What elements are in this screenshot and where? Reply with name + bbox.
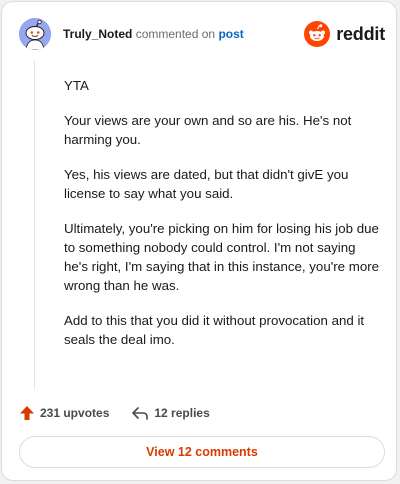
reddit-wordmark: reddit — [336, 23, 385, 44]
reddit-logo-icon — [304, 21, 331, 47]
reply-arrow-icon — [132, 407, 149, 420]
comment-header: Truly_Noted commented on post reddit — [19, 18, 385, 52]
snoo-avatar-icon[interactable] — [19, 18, 51, 50]
replies-button[interactable]: 12 replies — [131, 405, 210, 421]
comment-byline: Truly_Noted commented on post — [63, 27, 244, 41]
action-text: commented on — [135, 27, 216, 41]
comment-paragraph: YTA — [64, 78, 89, 93]
upvote-arrow-icon — [20, 406, 34, 420]
view-comments-button[interactable]: View 12 comments — [19, 436, 385, 468]
comment-actions: 231 upvotes 12 replies — [19, 404, 232, 422]
comment-paragraph: Add to this that you did it without prov… — [64, 313, 365, 347]
comment-body: YTA Your views are your own and so are h… — [64, 76, 382, 365]
thread-line — [34, 60, 35, 390]
comment-paragraph: Your views are your own and so are his. … — [64, 113, 352, 147]
comment-paragraph: Ultimately, you're picking on him for lo… — [64, 221, 380, 293]
author-name[interactable]: Truly_Noted — [63, 27, 132, 41]
upvote-count: 231 upvotes — [40, 406, 110, 420]
upvote-button[interactable]: 231 upvotes — [19, 405, 109, 421]
reply-count: 12 replies — [154, 406, 210, 420]
comment-paragraph: Yes, his views are dated, but that didn'… — [64, 167, 349, 201]
reddit-logo[interactable]: reddit — [304, 21, 385, 47]
comment-card: Truly_Noted commented on post reddit YTA… — [1, 1, 397, 481]
post-link[interactable]: post — [218, 27, 243, 41]
